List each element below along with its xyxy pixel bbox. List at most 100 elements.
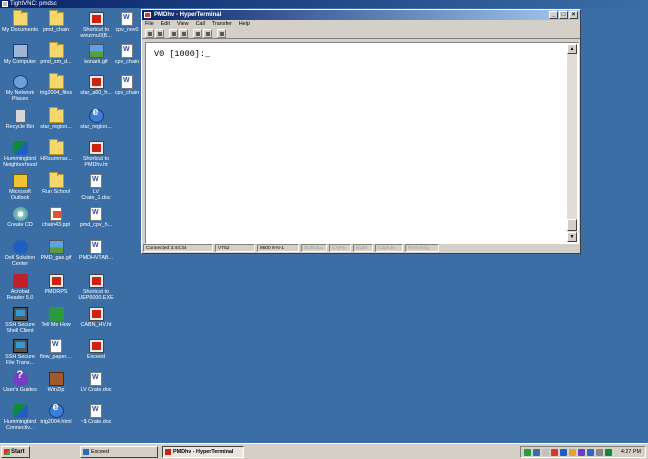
tray-network-icon[interactable]	[524, 449, 531, 456]
desktop-icon[interactable]: Acrobat Reader 5.0	[0, 274, 40, 301]
menu-call[interactable]: Call	[196, 20, 205, 28]
disconnect-icon[interactable]	[179, 29, 188, 38]
desktop-icon[interactable]: pmd_chain	[36, 10, 76, 33]
desktop-icon[interactable]: PMDRPS	[36, 274, 76, 295]
tray-hummingbird-icon[interactable]	[605, 449, 612, 456]
tray-volume-icon[interactable]	[596, 449, 603, 456]
desktop-icon[interactable]: chain43.ppt	[36, 207, 76, 228]
tray-update-icon[interactable]	[569, 449, 576, 456]
desktop-icon-glyph	[14, 109, 26, 123]
menu-edit[interactable]: Edit	[161, 20, 170, 28]
desktop-icon[interactable]: PMD_gas.gif	[36, 240, 76, 261]
desktop-icon[interactable]: Shortcut to PMDhv.ht	[76, 141, 116, 168]
desktop-icon[interactable]: Tell Me How	[36, 307, 76, 328]
desktop-icon-label: pmd_chain	[42, 27, 70, 33]
receive-icon[interactable]	[203, 29, 212, 38]
desktop-icon-glyph	[88, 274, 104, 288]
menu-bar: File Edit View Call Transfer Help	[142, 20, 580, 28]
desktop-icon[interactable]: star_region...	[36, 107, 76, 130]
desktop-icon[interactable]: Shortcut to UEP6000.EXE	[76, 274, 116, 301]
desktop-icon[interactable]: LVCrate_1.doc	[76, 174, 116, 201]
open-icon[interactable]	[155, 29, 164, 38]
desktop-icon[interactable]: My Computer	[0, 44, 40, 65]
tray-monitor-icon[interactable]	[533, 449, 540, 456]
call-icon[interactable]	[169, 29, 178, 38]
desktop-icon[interactable]: HRsummar...	[36, 139, 76, 162]
desktop-icon[interactable]: konark.gif	[76, 44, 116, 65]
desktop-icon[interactable]: Create CD	[0, 207, 40, 228]
vertical-scrollbar[interactable]: ▲ ▼	[567, 44, 577, 242]
desktop-icon[interactable]: star_region...	[76, 109, 116, 130]
desktop-icon-label-line2: Center	[11, 261, 29, 267]
properties-icon[interactable]	[217, 29, 226, 38]
desktop-icon[interactable]: ~$ Crate.doc	[76, 404, 116, 425]
terminal-text[interactable]: V0 [1000]:_	[147, 44, 565, 242]
desktop-icon[interactable]: User's Guides	[0, 372, 40, 393]
desktop-icon[interactable]: cpv_chain	[112, 44, 142, 65]
desktop-icon-glyph	[12, 307, 28, 321]
menu-file[interactable]: File	[145, 20, 154, 28]
maximize-button[interactable]: □	[559, 11, 568, 19]
clock[interactable]: 4:27 PM	[621, 447, 641, 457]
desktop-icon[interactable]: trig2004.html	[36, 404, 76, 425]
desktop-icon-label-line2: Crate_1.doc	[81, 195, 111, 201]
desktop-icon-label: cpv_nov0	[115, 27, 139, 33]
status-capture: Capture	[375, 244, 403, 252]
desktop-icon[interactable]: Recycle Bin	[0, 109, 40, 130]
desktop-icon[interactable]: trig2004_files	[36, 73, 76, 96]
desktop-icon[interactable]: pmd_sm_d...	[36, 42, 76, 65]
desktop-icon[interactable]: LV Crate.doc	[76, 372, 116, 393]
desktop-icon-label-line2: Shell Client	[6, 328, 34, 334]
terminal-area[interactable]: V0 [1000]:_ ▲ ▼	[145, 42, 579, 244]
desktop-icon-glyph	[12, 274, 28, 288]
vnc-icon	[2, 1, 8, 7]
desktop-icon[interactable]: pmd_cpv_h...	[76, 207, 116, 228]
desktop-icon[interactable]: My Network Places	[0, 75, 40, 102]
minimize-button[interactable]: _	[549, 11, 558, 19]
desktop-icon-label-line2: UEP6000.EXE	[78, 295, 114, 301]
new-connection-icon[interactable]	[145, 29, 154, 38]
desktop-icon-label-line2: File Trans...	[5, 360, 35, 366]
hyperterminal-icon[interactable]	[144, 12, 151, 18]
desktop-icon-label: Tell Me How	[41, 322, 71, 328]
task-exceed[interactable]: Exceed	[80, 446, 158, 458]
scroll-down-icon[interactable]: ▼	[567, 232, 577, 242]
desktop-icon[interactable]: WinZip	[36, 372, 76, 393]
desktop-icon[interactable]: Microsoft Outlook	[0, 174, 40, 201]
desktop-icon[interactable]: Run School	[36, 172, 76, 195]
tray-printer-icon[interactable]	[542, 449, 549, 456]
scroll-up-icon[interactable]: ▲	[567, 44, 577, 54]
desktop-icon[interactable]: Hummingbird Neighborhood	[0, 141, 40, 168]
hyperterminal-window[interactable]: PMDhv - HyperTerminal _ □ × File Edit Vi…	[141, 9, 581, 254]
tray-media-icon[interactable]	[578, 449, 585, 456]
task-hyperterminal[interactable]: PMDhv - HyperTerminal	[162, 446, 244, 458]
desktop-icon[interactable]: SSH Secure File Trans...	[0, 339, 40, 366]
desktop-icon[interactable]: Exceed	[76, 339, 116, 360]
menu-transfer[interactable]: Transfer	[212, 20, 232, 28]
desktop-icon[interactable]: star_a60_fr...	[76, 75, 116, 96]
desktop-icon[interactable]: Dell Solution Center	[0, 240, 40, 267]
desktop-icon-glyph	[50, 339, 62, 353]
send-icon[interactable]	[193, 29, 202, 38]
start-button[interactable]: Start	[1, 446, 30, 458]
desktop-icon[interactable]: SSH Secure Shell Client	[0, 307, 40, 334]
tray-vnc-icon[interactable]	[587, 449, 594, 456]
tray-security-icon[interactable]	[551, 449, 558, 456]
desktop-icon[interactable]: Shortcut to winzmu0(B...	[76, 12, 116, 39]
desktop-icon[interactable]: cpv_nov0	[112, 12, 142, 33]
window-title-bar[interactable]: PMDhv - HyperTerminal _ □ ×	[142, 10, 580, 20]
menu-help[interactable]: Help	[239, 20, 250, 28]
desktop-icon[interactable]: flow_paper....	[36, 339, 76, 360]
menu-view[interactable]: View	[177, 20, 189, 28]
close-button[interactable]: ×	[569, 11, 578, 19]
tray-app-icon[interactable]	[560, 449, 567, 456]
scroll-thumb[interactable]	[567, 219, 577, 231]
desktop-icon[interactable]: CABN_HV.ht	[76, 307, 116, 328]
desktop-icon-label-line2: Connectiv...	[5, 425, 35, 431]
desktop-icon[interactable]: cpv_chain	[112, 75, 142, 96]
desktop-icon[interactable]: PMDHVTAB...	[76, 240, 116, 261]
desktop-icon-glyph	[88, 12, 104, 26]
desktop-icon-glyph	[12, 207, 28, 221]
desktop-icon[interactable]: Hummingbird Connectiv...	[0, 404, 40, 431]
desktop-icon[interactable]: My Documents	[0, 10, 40, 33]
